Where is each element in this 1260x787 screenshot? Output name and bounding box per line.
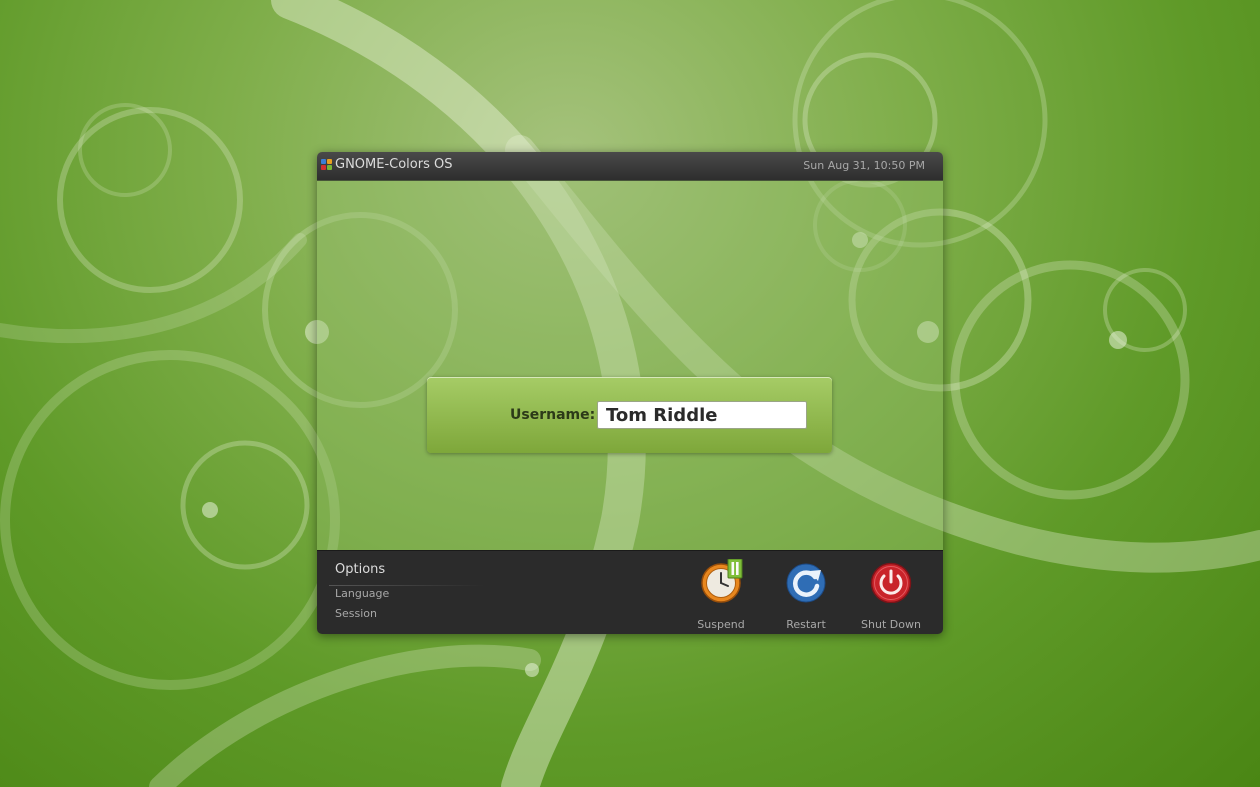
shutdown-label: Shut Down <box>861 618 921 631</box>
greeter-content-area: Username: <box>317 180 943 550</box>
username-label: Username: <box>510 407 596 423</box>
options-divider <box>329 585 484 586</box>
clock-display: Sun Aug 31, 10:50 PM <box>803 159 925 172</box>
login-screen-desktop: GNOME-Colors OS Sun Aug 31, 10:50 PM Use… <box>0 0 1260 787</box>
username-input[interactable] <box>597 401 807 429</box>
session-option[interactable]: Session <box>335 607 377 620</box>
gnome-colors-logo-icon <box>321 159 334 172</box>
title-bar: GNOME-Colors OS Sun Aug 31, 10:50 PM <box>317 152 943 181</box>
suspend-button[interactable]: Suspend <box>683 559 759 631</box>
restart-label: Restart <box>786 618 826 631</box>
os-name-title: GNOME-Colors OS <box>335 157 453 172</box>
suspend-clock-icon <box>701 559 743 603</box>
options-panel: Options Language Session Suspend Restart… <box>317 550 943 634</box>
language-option[interactable]: Language <box>335 587 389 600</box>
options-heading: Options <box>335 562 386 577</box>
restart-button[interactable]: Restart <box>768 559 844 631</box>
restart-icon <box>786 563 826 603</box>
power-icon <box>870 562 912 603</box>
login-prompt-box: Username: <box>427 377 832 453</box>
shutdown-button[interactable]: Shut Down <box>853 559 929 631</box>
login-window: GNOME-Colors OS Sun Aug 31, 10:50 PM Use… <box>317 152 943 634</box>
suspend-label: Suspend <box>697 618 745 631</box>
